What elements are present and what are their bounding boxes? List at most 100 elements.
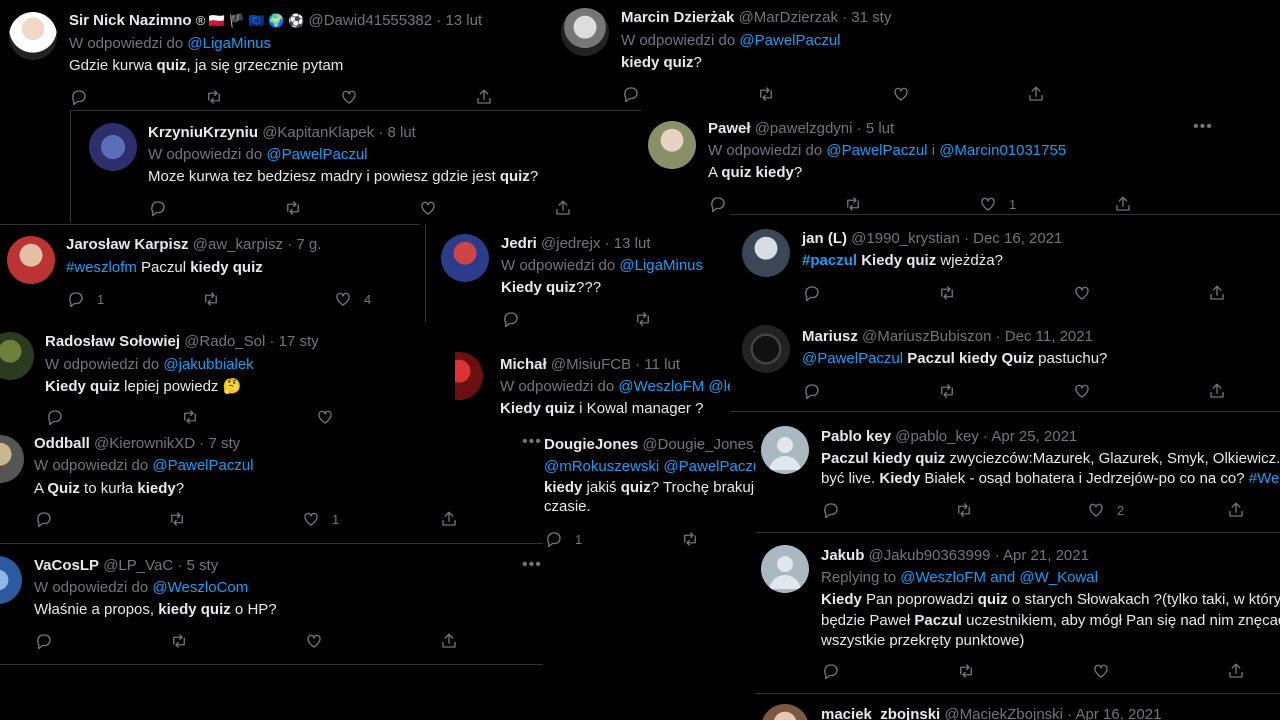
- retweet-button[interactable]: [681, 530, 699, 548]
- author-handle[interactable]: @1990_krystian: [851, 230, 960, 247]
- like-button[interactable]: [1092, 662, 1110, 680]
- tweet-date[interactable]: · 31 sty: [842, 9, 891, 26]
- reply-mention[interactable]: @PawelPaczul: [152, 457, 253, 474]
- avatar[interactable]: [561, 8, 609, 56]
- retweet-button[interactable]: [634, 310, 652, 328]
- tweet-date[interactable]: · 7 sty: [199, 435, 240, 452]
- like-button[interactable]: [305, 632, 323, 650]
- like-button[interactable]: 1: [979, 195, 1016, 213]
- share-button[interactable]: [1227, 662, 1245, 680]
- reply-mention[interactable]: @WeszloFM @le: [618, 378, 730, 395]
- like-button[interactable]: 2: [1087, 501, 1124, 519]
- author-name[interactable]: Jarosław Karpisz: [66, 236, 189, 253]
- tweet-date[interactable]: · 17 sty: [269, 333, 318, 350]
- tweet-card[interactable]: KrzyniuKrzyniu @KapitanKlapek · 8 lut W …: [70, 110, 641, 223]
- tweet-date[interactable]: · 13 lut: [436, 12, 482, 29]
- retweet-button[interactable]: [844, 195, 862, 213]
- like-button[interactable]: [419, 199, 437, 217]
- share-button[interactable]: [1114, 195, 1132, 213]
- avatar[interactable]: [455, 352, 483, 400]
- reply-button[interactable]: [70, 88, 88, 106]
- tweet-card[interactable]: Jakub @Jakub90363999 · Apr 21, 2021 Repl…: [755, 533, 1280, 694]
- avatar[interactable]: [9, 12, 57, 60]
- avatar[interactable]: [0, 435, 24, 483]
- reply-button[interactable]: [35, 632, 53, 650]
- author-name[interactable]: DougieJones: [544, 436, 638, 453]
- tweet-card[interactable]: Jarosław Karpisz @aw_karpisz · 7 g. #wes…: [0, 224, 420, 323]
- reply-button[interactable]: [46, 408, 64, 426]
- tweet-card[interactable]: VaCosLP @LP_VaC · 5 sty ••• W odpowiedzi…: [0, 543, 543, 665]
- avatar[interactable]: [761, 704, 809, 720]
- tweet-card[interactable]: Sir Nick Nazimno ® 🇵🇱 🏴 🇪🇺 🌍 ⚽ @Dawid415…: [0, 0, 540, 110]
- retweet-button[interactable]: [938, 382, 956, 400]
- share-button[interactable]: [440, 510, 458, 528]
- tweet-card[interactable]: Marcin Dzierżak @MarDzierzak · 31 sty W …: [545, 0, 1088, 117]
- tweet-date[interactable]: · 8 lut: [378, 124, 416, 141]
- author-handle[interactable]: @Dougie_Jones_: [642, 436, 755, 453]
- tweet-card[interactable]: Pablo key @pablo_key · Apr 25, 2021 Pacz…: [755, 412, 1280, 533]
- reply-button[interactable]: [709, 195, 727, 213]
- author-name[interactable]: Michał: [500, 356, 547, 373]
- author-handle[interactable]: @jedrejx: [541, 235, 600, 252]
- retweet-button[interactable]: [170, 632, 188, 650]
- author-handle[interactable]: @aw_karpisz: [193, 236, 283, 253]
- more-options-button[interactable]: •••: [522, 433, 542, 451]
- more-options-button[interactable]: •••: [522, 556, 542, 574]
- avatar[interactable]: [0, 332, 34, 380]
- avatar[interactable]: [648, 121, 696, 169]
- reply-mention[interactable]: @jakubbialek: [163, 356, 253, 373]
- like-button[interactable]: [316, 408, 334, 426]
- reply-button[interactable]: [502, 310, 520, 328]
- tweet-date[interactable]: · Dec 11, 2021: [996, 328, 1093, 345]
- author-handle[interactable]: @KapitanKlapek: [262, 124, 374, 141]
- author-name[interactable]: Marcin Dzierżak: [621, 9, 734, 26]
- reply-mention[interactable]: @Marcin01031755: [939, 142, 1066, 159]
- tweet-date[interactable]: · Apr 25, 2021: [983, 428, 1077, 445]
- author-handle[interactable]: @MaciekZbojnski: [944, 706, 1063, 720]
- share-button[interactable]: [1027, 85, 1045, 103]
- hashtag-link[interactable]: #paczul: [802, 252, 857, 269]
- author-name[interactable]: Paweł: [708, 120, 751, 137]
- tweet-date[interactable]: · 11 lut: [635, 356, 680, 373]
- avatar[interactable]: [0, 556, 22, 604]
- more-options-button[interactable]: •••: [1193, 118, 1213, 136]
- reply-button[interactable]: [822, 501, 840, 519]
- like-button[interactable]: 1: [302, 510, 339, 528]
- like-button[interactable]: [340, 88, 358, 106]
- tweet-date[interactable]: · 5 lut: [857, 120, 895, 137]
- author-name[interactable]: jan (L): [802, 230, 847, 247]
- reply-mention[interactable]: @W_Kowal: [1019, 569, 1098, 586]
- author-handle[interactable]: @Jakub90363999: [869, 547, 991, 564]
- retweet-button[interactable]: [955, 501, 973, 519]
- reply-mention[interactable]: @PawelPaczul: [739, 32, 840, 49]
- like-button[interactable]: [892, 85, 910, 103]
- tweet-card[interactable]: Mariusz @MariuszBubiszon · Dec 11, 2021 …: [730, 313, 1280, 412]
- tweet-date[interactable]: · 13 lut: [605, 235, 651, 252]
- reply-button[interactable]: [803, 284, 821, 302]
- author-handle[interactable]: @MarDzierzak: [739, 9, 838, 26]
- avatar[interactable]: [742, 325, 790, 373]
- like-button[interactable]: [1073, 284, 1091, 302]
- tweet-card[interactable]: Radosław Sołowiej @Rado_Sol · 17 sty W o…: [0, 322, 455, 432]
- tweet-card[interactable]: Jedri @jedrejx · 13 lut W odpowiedzi do …: [425, 224, 731, 328]
- share-button[interactable]: [1208, 382, 1226, 400]
- reply-button[interactable]: [803, 382, 821, 400]
- author-name[interactable]: Oddball: [34, 435, 90, 452]
- retweet-button[interactable]: [202, 290, 220, 308]
- share-button[interactable]: [1227, 501, 1245, 519]
- author-name[interactable]: Pablo key: [821, 428, 891, 445]
- reply-button[interactable]: 1: [67, 290, 104, 308]
- tweet-card[interactable]: ••• DougieJones @Dougie_Jones_ @mRokusze…: [520, 432, 755, 554]
- reply-mention[interactable]: @PawelPaczul: [266, 146, 367, 163]
- like-button[interactable]: [1073, 382, 1091, 400]
- tweet-card[interactable]: Michał @MisiuFCB · 11 lut W odpowiedzi d…: [455, 336, 730, 426]
- author-name[interactable]: Radosław Sołowiej: [45, 333, 180, 350]
- reply-mention[interactable]: @LigaMinus: [619, 257, 703, 274]
- avatar[interactable]: [742, 229, 790, 277]
- tweet-card[interactable]: Oddball @KierownikXD · 7 sty W odpowiedz…: [0, 432, 530, 542]
- author-handle[interactable]: @MariuszBubiszon: [862, 328, 991, 345]
- reply-button[interactable]: [622, 85, 640, 103]
- tweet-date[interactable]: · Dec 16, 2021: [964, 230, 1062, 247]
- retweet-button[interactable]: [168, 510, 186, 528]
- avatar[interactable]: [441, 234, 489, 282]
